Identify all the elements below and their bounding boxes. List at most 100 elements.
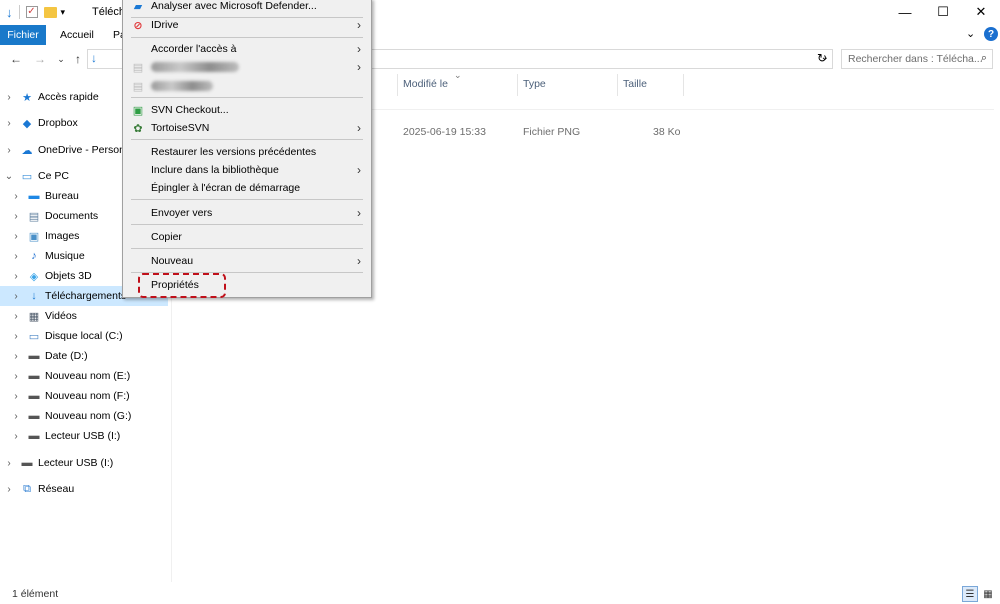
sidebar-item-drive-d[interactable]: › ▬ Date (D:) bbox=[0, 346, 168, 366]
help-button[interactable]: ? bbox=[984, 27, 998, 41]
chevron-right-icon[interactable]: › bbox=[11, 311, 21, 322]
usb-drive-icon: ▬ bbox=[28, 430, 40, 442]
menu-item-include-library[interactable]: Inclure dans la bibliothèque › bbox=[123, 161, 371, 179]
redacted-text bbox=[151, 62, 239, 72]
chevron-right-icon[interactable]: › bbox=[4, 484, 14, 495]
column-separator[interactable] bbox=[617, 74, 618, 96]
redacted-app-icon: ▤ bbox=[132, 80, 144, 93]
sidebar-item-label: Date (D:) bbox=[45, 350, 88, 362]
chevron-right-icon[interactable]: › bbox=[4, 458, 14, 469]
chevron-right-icon[interactable]: › bbox=[11, 291, 21, 302]
drive-icon: ▬ bbox=[28, 410, 40, 422]
menu-item-tortoisesvn[interactable]: ✿ TortoiseSVN › bbox=[123, 119, 371, 137]
back-button[interactable]: ← bbox=[7, 50, 25, 68]
column-header-type[interactable]: Type bbox=[523, 78, 546, 92]
up-button[interactable]: ↑ bbox=[69, 50, 87, 68]
menu-item-pin-start[interactable]: Épingler à l'écran de démarrage bbox=[123, 179, 371, 197]
sidebar-item-drive-g[interactable]: › ▬ Nouveau nom (G:) bbox=[0, 406, 168, 426]
menu-separator bbox=[131, 248, 363, 249]
chevron-right-icon: › bbox=[357, 18, 361, 32]
network-icon: ⧉ bbox=[23, 482, 31, 495]
chevron-right-icon[interactable]: › bbox=[4, 92, 14, 103]
chevron-right-icon[interactable]: › bbox=[11, 231, 21, 242]
menu-item-redacted-2[interactable]: ▤ bbox=[123, 77, 371, 95]
sidebar-item-drive-e[interactable]: › ▬ Nouveau nom (E:) bbox=[0, 366, 168, 386]
menu-item-label: SVN Checkout... bbox=[151, 104, 229, 116]
drive-icon: ▬ bbox=[28, 390, 40, 402]
column-separator[interactable] bbox=[683, 74, 684, 96]
column-separator[interactable] bbox=[517, 74, 518, 96]
close-button[interactable]: ✕ bbox=[958, 0, 1000, 24]
menu-separator bbox=[131, 199, 363, 200]
sidebar-item-label: Accès rapide bbox=[38, 91, 99, 103]
details-view-button[interactable]: ☰ bbox=[962, 586, 978, 602]
sidebar-item-label: Lecteur USB (I:) bbox=[38, 457, 114, 469]
recent-locations-button[interactable]: ⌄ bbox=[52, 50, 70, 68]
expand-ribbon-icon[interactable]: ⌄ bbox=[966, 27, 975, 40]
column-header-modified[interactable]: Modifié le bbox=[403, 78, 448, 92]
search-input[interactable]: Rechercher dans : Télécha... ⌕ bbox=[841, 49, 993, 69]
properties-checkbox-icon[interactable]: ✓ bbox=[25, 6, 38, 18]
menu-item-grant-access[interactable]: Accorder l'accès à › bbox=[123, 40, 371, 58]
separator bbox=[18, 5, 20, 19]
menu-item-svn-checkout[interactable]: ▣ SVN Checkout... bbox=[123, 101, 371, 119]
svn-checkout-icon: ▣ bbox=[132, 104, 144, 117]
sidebar-item-usb-drive-root[interactable]: › ▬ Lecteur USB (I:) bbox=[0, 453, 168, 473]
chevron-right-icon[interactable]: › bbox=[11, 331, 21, 342]
sidebar-item-videos[interactable]: › ▦ Vidéos bbox=[0, 306, 168, 326]
folder-icon[interactable] bbox=[43, 6, 57, 18]
chevron-right-icon[interactable]: › bbox=[11, 391, 21, 402]
sidebar-item-usb-drive[interactable]: › ▬ Lecteur USB (I:) bbox=[0, 426, 168, 446]
download-icon[interactable]: ↓ bbox=[6, 5, 13, 20]
chevron-right-icon[interactable]: › bbox=[11, 191, 21, 202]
chevron-right-icon: › bbox=[357, 42, 361, 56]
chevron-right-icon[interactable]: › bbox=[4, 145, 14, 156]
chevron-right-icon[interactable]: › bbox=[11, 411, 21, 422]
sidebar-item-network[interactable]: › ⧉ Réseau bbox=[0, 479, 168, 499]
tortoisesvn-icon: ✿ bbox=[133, 122, 143, 135]
chevron-right-icon[interactable]: › bbox=[11, 431, 21, 442]
column-header-size[interactable]: Taille bbox=[623, 78, 647, 92]
tab-file[interactable]: Fichier bbox=[0, 25, 46, 45]
chevron-right-icon[interactable]: › bbox=[4, 118, 14, 129]
chevron-right-icon[interactable]: › bbox=[11, 351, 21, 362]
search-placeholder: Rechercher dans : Télécha... bbox=[848, 53, 983, 65]
customize-toolbar-icon[interactable]: ▾ bbox=[61, 7, 66, 18]
file-type: Fichier PNG bbox=[523, 126, 581, 138]
tab-home[interactable]: Accueil bbox=[60, 25, 94, 45]
defender-icon: ▰ bbox=[133, 0, 143, 13]
header-divider bbox=[372, 109, 994, 110]
videos-icon: ▦ bbox=[28, 310, 40, 323]
sidebar-item-label: Disque local (C:) bbox=[45, 330, 123, 342]
menu-separator bbox=[131, 224, 363, 225]
menu-item-label: TortoiseSVN bbox=[151, 122, 210, 134]
sidebar-item-drive-f[interactable]: › ▬ Nouveau nom (F:) bbox=[0, 386, 168, 406]
chevron-right-icon[interactable]: › bbox=[11, 371, 21, 382]
large-icons-view-button[interactable]: ▦ bbox=[980, 586, 996, 602]
chevron-right-icon: › bbox=[357, 254, 361, 268]
chevron-right-icon[interactable]: › bbox=[11, 271, 21, 282]
chevron-right-icon[interactable]: › bbox=[11, 211, 21, 222]
menu-item-defender[interactable]: ▰ Analyser avec Microsoft Defender... bbox=[123, 0, 371, 15]
chevron-right-icon: › bbox=[357, 121, 361, 135]
menu-item-send-to[interactable]: Envoyer vers › bbox=[123, 204, 371, 222]
menu-item-copy[interactable]: Copier bbox=[123, 228, 371, 246]
menu-item-label: IDrive bbox=[151, 19, 179, 31]
sort-indicator-icon: ⌄ bbox=[454, 70, 462, 80]
drive-icon: ▬ bbox=[28, 350, 40, 362]
sidebar-item-drive-c[interactable]: › ▭ Disque local (C:) bbox=[0, 326, 168, 346]
idrive-icon: ⊘ bbox=[133, 19, 143, 32]
menu-item-new[interactable]: Nouveau › bbox=[123, 252, 371, 270]
menu-item-redacted-1[interactable]: ▤ › bbox=[123, 58, 371, 76]
menu-item-restore-versions[interactable]: Restaurer les versions précédentes bbox=[123, 143, 371, 161]
chevron-down-icon[interactable]: ⌄ bbox=[4, 171, 14, 182]
forward-button[interactable]: → bbox=[31, 50, 49, 68]
dropbox-icon: ◆ bbox=[22, 117, 32, 130]
desktop-icon: ▬ bbox=[28, 190, 40, 202]
refresh-button[interactable]: ↻ bbox=[817, 51, 827, 65]
sidebar-item-label: Bureau bbox=[45, 190, 79, 202]
chevron-right-icon[interactable]: › bbox=[11, 251, 21, 262]
menu-item-idrive[interactable]: ⊘ IDrive › bbox=[123, 16, 371, 34]
star-icon: ★ bbox=[22, 91, 32, 104]
column-separator[interactable] bbox=[397, 74, 398, 96]
